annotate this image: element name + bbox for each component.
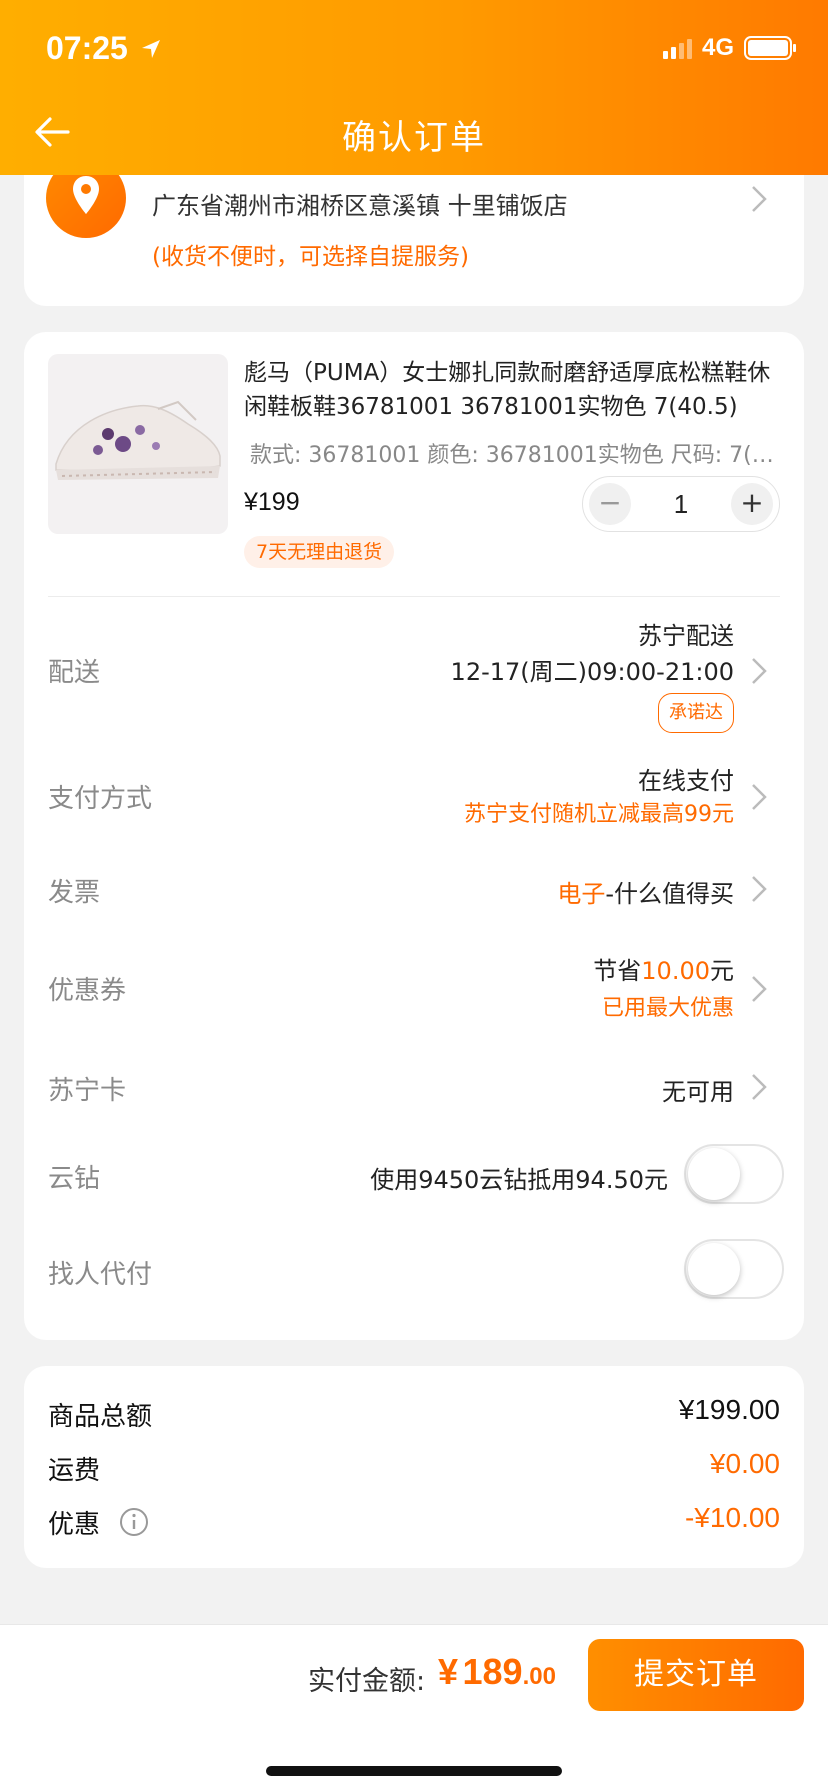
yunzuan-toggle[interactable] <box>684 1144 784 1204</box>
network-type: 4G <box>701 34 734 61</box>
product-spec: 款式: 36781001 颜色: 36781001实物色 尺码: 7(40.5) <box>250 443 785 468</box>
shipping-value: ¥0.00 <box>709 1448 780 1479</box>
chevron-right-icon <box>752 876 767 902</box>
yunzuan-value: 使用9450云钻抵用94.50元 <box>370 1166 668 1194</box>
summary-card: 商品总额 ¥199.00 运费 ¥0.00 优惠 -¥10.00 <box>24 1366 804 1568</box>
product-price: ¥199 <box>244 488 300 516</box>
submit-order-button[interactable]: 提交订单 <box>588 1639 804 1711</box>
payment-promo: 苏宁支付随机立减最高99元 <box>464 802 734 827</box>
suning-card-value: 无可用 <box>662 1078 734 1106</box>
address-tip: (收货不便时，可选择自提服务) <box>152 244 469 270</box>
proxy-pay-label: 找人代付 <box>48 1260 153 1290</box>
goods-total-value: ¥199.00 <box>678 1394 780 1425</box>
delivery-info: 苏宁配送 12-17(周二)09:00-21:00 承诺达 <box>451 618 734 733</box>
divider <box>48 596 780 597</box>
address-line: 广东省潮州市湘桥区意溪镇 十里铺饭店 <box>152 192 568 220</box>
invoice-label: 发票 <box>48 878 101 908</box>
chevron-right-icon <box>752 658 767 684</box>
pay-amount-label: 实付金额: <box>308 1666 426 1697</box>
coupon-save-prefix: 节省 <box>593 957 642 985</box>
goods-total-label: 商品总额 <box>48 1402 153 1432</box>
delivery-label: 配送 <box>48 658 101 688</box>
pay-decimal: .00 <box>522 1663 556 1690</box>
suning-card-label: 苏宁卡 <box>48 1076 127 1106</box>
coupon-save-amount: 10.00 <box>641 957 710 985</box>
delivery-time: 12-17(周二)09:00-21:00 <box>450 658 734 686</box>
payment-info: 在线支付 苏宁支付随机立减最高99元 <box>464 764 734 832</box>
shipping-label: 运费 <box>48 1456 101 1486</box>
chevron-right-icon <box>752 976 767 1002</box>
yunzuan-label: 云钻 <box>48 1164 101 1194</box>
coupon-info: 节省10.00元 已用最大优惠 <box>593 952 734 1028</box>
status-right: 4G <box>662 34 796 62</box>
invoice-info: 电子-什么值得买 <box>557 874 734 909</box>
quantity-stepper: − 1 + <box>582 476 780 532</box>
payment-method: 在线支付 <box>638 767 734 795</box>
info-icon[interactable] <box>118 1506 150 1538</box>
return-policy-badge: 7天无理由退货 <box>244 536 395 568</box>
promise-badge: 承诺达 <box>658 693 734 733</box>
invoice-type: 电子 <box>557 880 606 908</box>
home-indicator[interactable] <box>266 1766 562 1776</box>
product-image[interactable] <box>48 354 228 534</box>
order-card: 彪马（PUMA）女士娜扎同款耐磨舒适厚底松糕鞋休闲鞋板鞋36781001 367… <box>24 332 804 1340</box>
chevron-right-icon <box>752 1074 767 1100</box>
coupon-note: 已用最大优惠 <box>601 996 734 1021</box>
pay-integer: 189 <box>462 1651 523 1692</box>
payment-label: 支付方式 <box>48 784 153 814</box>
invoice-title: -什么值得买 <box>605 880 734 908</box>
increase-button[interactable]: + <box>731 483 773 525</box>
pay-amount: ¥ 189.00 <box>438 1651 556 1693</box>
pay-currency: ¥ <box>438 1651 459 1692</box>
delivery-carrier: 苏宁配送 <box>638 622 734 650</box>
status-time: 07:25 <box>46 30 128 66</box>
coupon-save-suffix: 元 <box>710 957 734 985</box>
chevron-right-icon <box>752 784 767 810</box>
proxy-pay-toggle[interactable] <box>684 1239 784 1299</box>
product-title: 彪马（PUMA）女士娜扎同款耐磨舒适厚底松糕鞋休闲鞋板鞋36781001 367… <box>244 360 771 420</box>
discount-label: 优惠 <box>48 1510 101 1540</box>
signal-icon <box>662 37 692 59</box>
page-title: 确认订单 <box>342 118 486 158</box>
battery-icon <box>744 36 796 60</box>
chevron-right-icon <box>752 186 767 212</box>
location-arrow-icon <box>142 40 160 58</box>
header-bar: 07:25 4G 确认订单 <box>0 0 828 175</box>
discount-value: -¥10.00 <box>685 1502 780 1533</box>
coupon-label: 优惠券 <box>48 976 127 1006</box>
